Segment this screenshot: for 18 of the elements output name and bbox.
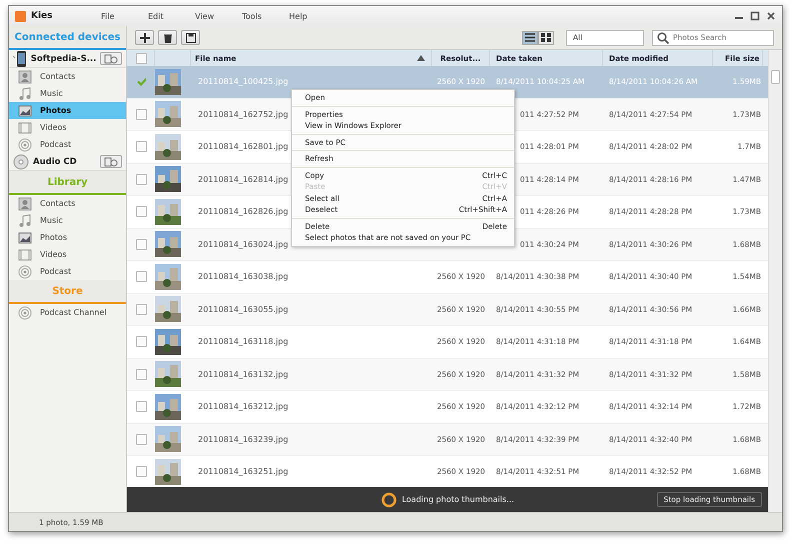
window-title: Kies xyxy=(31,11,54,21)
file-name: 20110814_163239.jpg xyxy=(198,434,288,444)
section-title: Library xyxy=(47,176,88,188)
file-name: 20110814_163251.jpg xyxy=(198,467,288,476)
section-title: Connected devices xyxy=(14,32,120,42)
file-name: 20110814_163132.jpg xyxy=(198,370,288,379)
file-name: 20110814_163118.jpg xyxy=(198,337,288,346)
file-name: 20110814_162801.jpg xyxy=(198,142,288,152)
file-name: 20110814_162826.jpg xyxy=(198,207,288,216)
section-title: Store xyxy=(52,286,83,296)
loading-message: Loading photo thumbnails... xyxy=(402,495,514,504)
file-name: 20110814_163024.jpg xyxy=(198,240,288,249)
file-name: 20110814_163038.jpg xyxy=(198,272,288,282)
file-name: 20110814_163212.jpg xyxy=(198,402,288,412)
file-name: 20110814_162752.jpg xyxy=(198,110,288,119)
file-name: 20110814_162814.jpg xyxy=(198,174,288,184)
file-name: 20110814_100425.jpg xyxy=(198,77,288,86)
file-name: 20110814_163055.jpg xyxy=(198,304,288,314)
